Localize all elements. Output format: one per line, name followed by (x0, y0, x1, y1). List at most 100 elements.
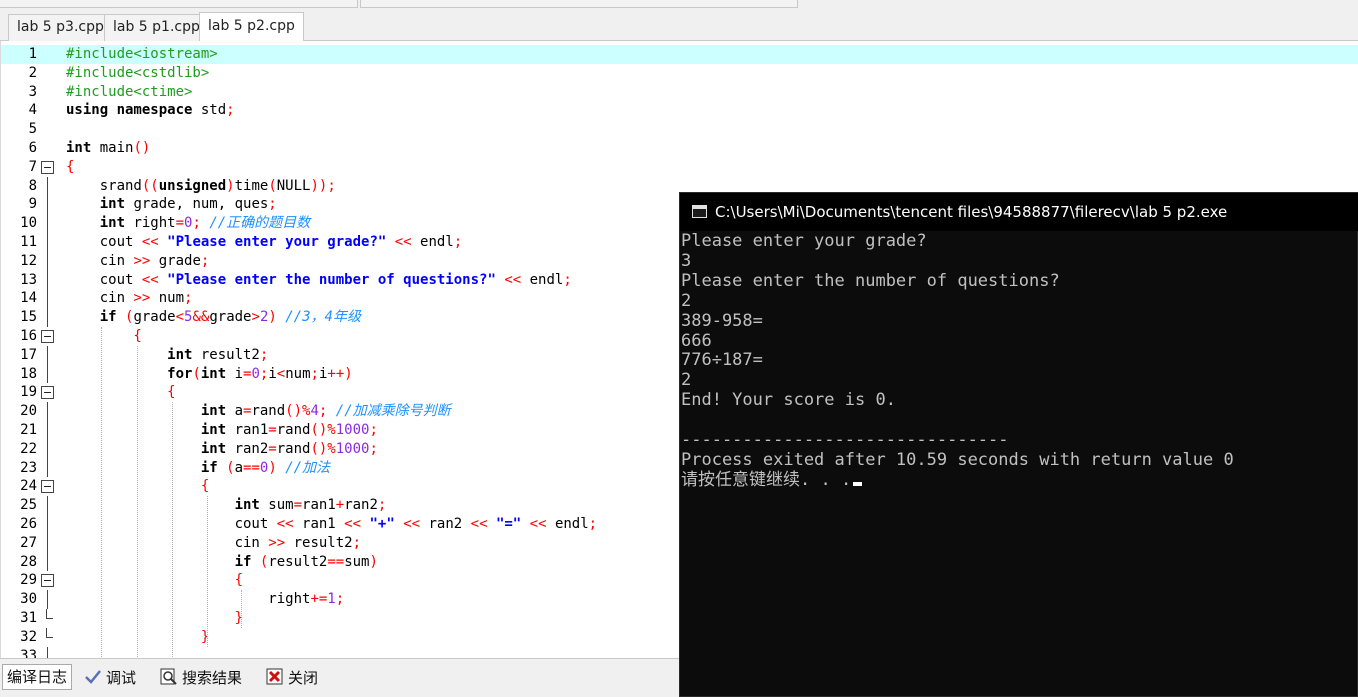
code-text: int main() (66, 139, 150, 158)
code-token: //加法 (285, 459, 331, 476)
console-line: Process exited after 10.59 seconds with … (681, 450, 1234, 470)
console-line: -------------------------------- (681, 430, 1009, 450)
code-token: ; (200, 252, 210, 269)
code-token: << (141, 271, 168, 288)
code-token: grade (133, 309, 176, 326)
tab-close-label: 关闭 (288, 669, 319, 687)
code-line[interactable]: 3 #include<ctime> (1, 83, 1358, 102)
fold-guide-line (47, 345, 48, 365)
console-line-text: 776÷187= (681, 350, 763, 371)
code-line[interactable]: 6 int main() (1, 139, 1358, 158)
console-line-text: Please enter your grade? (681, 231, 927, 251)
line-number: 12 (20, 252, 37, 269)
code-token: ++) (327, 365, 353, 382)
code-token: for (66, 365, 193, 382)
code-token: ; (352, 534, 362, 551)
tab-search-results[interactable]: 搜索结果 (156, 666, 246, 692)
code-token: = (175, 215, 185, 232)
code-token: ; (318, 403, 336, 420)
code-token: 1000 (335, 422, 370, 438)
console-line-text: Please enter the number of questions? (681, 270, 1060, 291)
code-line[interactable]: 5 (1, 120, 1358, 139)
code-token: + (335, 497, 345, 514)
code-token: if (66, 459, 227, 476)
line-number: 22 (20, 440, 37, 457)
tab-debug[interactable]: 调试 (80, 666, 140, 692)
line-number: 17 (20, 346, 37, 363)
code-token: > (251, 309, 260, 326)
code-line[interactable]: 2 #include<cstdlib> (1, 64, 1358, 83)
tab-lab5-p3[interactable]: lab 5 p3.cpp (8, 14, 113, 41)
line-number: 26 (20, 516, 37, 532)
code-token: ran1 (234, 422, 269, 438)
line-number: 31 (20, 610, 37, 626)
code-line[interactable]: 1 #include<iostream> (1, 45, 1358, 64)
code-text: int grade, num, ques; (66, 195, 277, 214)
code-token: int (66, 440, 235, 457)
code-token: << (344, 516, 370, 532)
fold-end-marker (46, 627, 53, 638)
code-token: cin (66, 290, 134, 307)
fold-guide-line (47, 289, 48, 309)
line-number: 20 (20, 403, 37, 420)
fold-toggle-icon[interactable] (41, 480, 54, 494)
line-number: 1 (28, 46, 37, 62)
code-token: ()% (285, 403, 311, 420)
tab-lab5-p2[interactable]: lab 5 p2.cpp (199, 12, 304, 42)
indent-guide (137, 345, 138, 658)
line-number: 6 (28, 140, 37, 156)
tab-lab5-p1[interactable]: lab 5 p1.cpp (104, 14, 209, 41)
code-text: int ran1=rand()%1000; (66, 421, 378, 440)
indent-guide (207, 496, 208, 647)
code-line[interactable]: 4 using namespace std; (1, 101, 1358, 120)
console-line-text: 2 (681, 290, 692, 311)
tab-close[interactable]: 关闭 (262, 666, 322, 692)
code-token: ) (369, 553, 378, 570)
code-token: ; (226, 102, 235, 119)
code-text: cout << ran1 << "+" << ran2 << "=" << en… (66, 515, 598, 534)
code-token: == (243, 459, 260, 476)
indent-guide (101, 327, 102, 658)
code-token: && (192, 309, 210, 326)
console-line: End! Your score is 0. (681, 390, 896, 410)
console-line-text: Process exited after 10.59 seconds with … (681, 449, 1234, 470)
code-token: using namespace (66, 102, 201, 119)
code-text: if (a==0) //加法 (66, 459, 330, 478)
code-token: = (293, 497, 303, 514)
code-text: int right=0; //正确的题目数 (66, 214, 310, 233)
fold-toggle-icon[interactable] (41, 386, 54, 400)
fold-guide-line (47, 439, 48, 459)
code-token: { (66, 158, 75, 175)
code-token: sum (268, 497, 294, 514)
console-window[interactable]: C:\Users\Mi\Documents\tencent files\9458… (679, 192, 1358, 697)
console-line-text: 3 (681, 250, 692, 271)
console-title-bar[interactable]: C:\Users\Mi\Documents\tencent files\9458… (680, 193, 1358, 231)
fold-toggle-icon[interactable] (41, 574, 54, 588)
tab-compile-log-label: 编译日志 (7, 668, 68, 686)
code-token: ; (310, 365, 319, 382)
console-line: Please enter your grade? (681, 231, 927, 251)
line-number: 4 (28, 102, 37, 119)
line-number: 7 (28, 158, 37, 175)
code-token: int (66, 403, 235, 420)
code-token: () (133, 140, 151, 156)
code-token: } (66, 610, 244, 626)
line-number: 10 (20, 215, 37, 232)
code-token: (( (141, 177, 159, 194)
code-token: ; (192, 215, 210, 232)
code-token: ; (377, 497, 387, 514)
fold-toggle-icon[interactable] (41, 330, 54, 343)
code-text: cout << "Please enter the number of ques… (66, 271, 572, 290)
fold-guide-line (47, 214, 48, 233)
console-line-text: 389-958= (681, 310, 763, 331)
fold-toggle-icon[interactable] (41, 160, 54, 174)
code-line[interactable]: 7{ (1, 158, 1358, 177)
tab-compile-log[interactable]: 编译日志 (2, 664, 73, 690)
code-token: 1 (327, 591, 336, 608)
line-number: 33 (20, 647, 37, 658)
code-token: ran2 (428, 516, 471, 532)
close-icon (266, 668, 284, 686)
code-token: ; (259, 346, 269, 363)
code-token: ( (192, 365, 201, 382)
console-line: 3 (681, 251, 691, 271)
